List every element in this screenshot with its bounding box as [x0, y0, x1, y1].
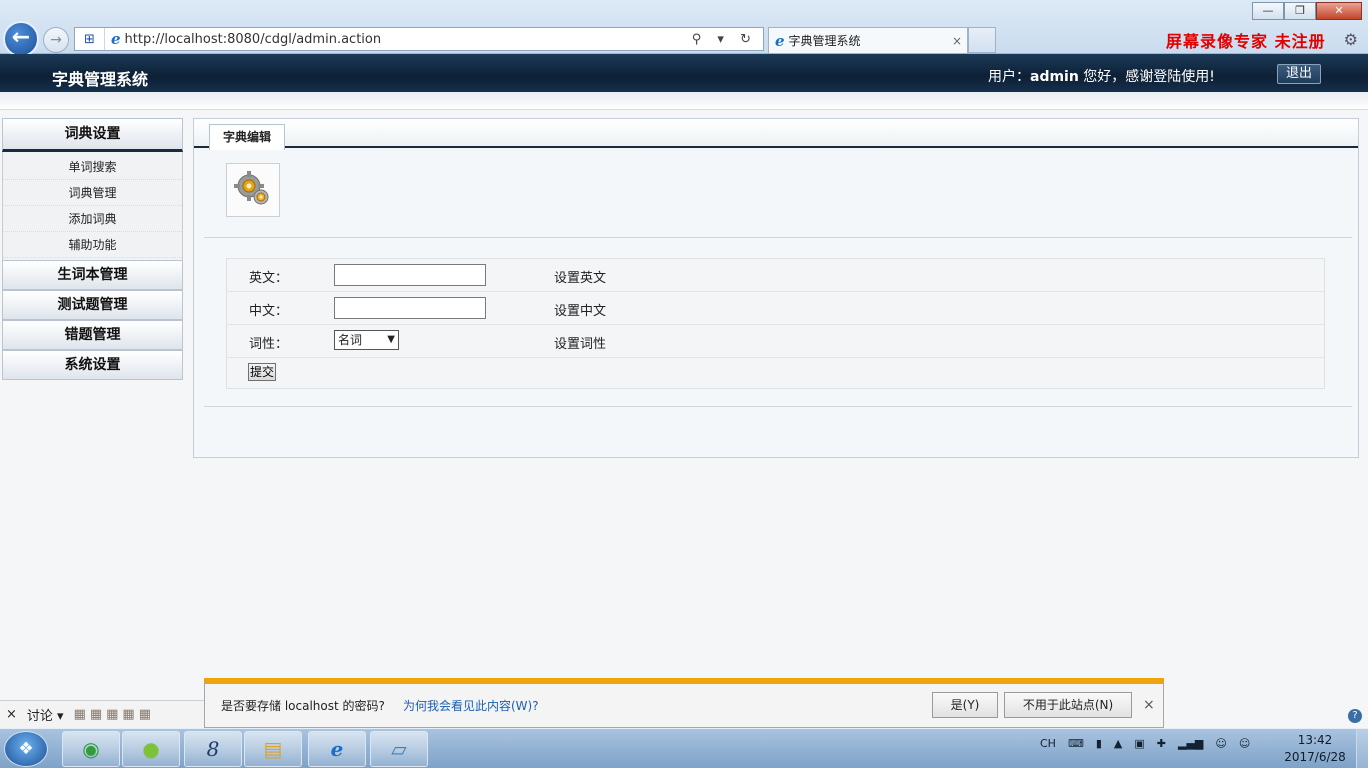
- password-question: 是否要存储 localhost 的密码?: [221, 699, 385, 713]
- sidebar-item-word-search[interactable]: 单词搜索: [3, 154, 182, 180]
- pos-hint: 设置词性: [554, 337, 607, 352]
- taskbar: ❖ ◉ ● 8 ▤ e ▱ CH ⌨ ▮ ▲ ▣ ✚ ▂▄▆ ☺ ☺ 13:42…: [0, 728, 1368, 768]
- username: admin: [1030, 69, 1079, 85]
- bottom-left-strip: × 讨论 ▾ ▦▦▦▦▦: [0, 700, 205, 728]
- sidebar-item-add-dictionary[interactable]: 添加词典: [3, 206, 182, 232]
- taskbar-app-eight-icon[interactable]: 8: [184, 731, 242, 767]
- sidebar-section-dictionary-settings[interactable]: 词典设置: [2, 118, 183, 152]
- why-link[interactable]: 为何我会看见此内容(W)?: [403, 697, 539, 714]
- close-window-button[interactable]: ✕: [1316, 2, 1362, 20]
- recorder-watermark: 屏幕录像专家 未注册: [1166, 32, 1326, 51]
- form-row-submit: 提交: [227, 358, 1324, 388]
- strip-close-icon[interactable]: ×: [6, 707, 17, 722]
- clock-time: 13:42: [1297, 733, 1333, 747]
- chinese-input[interactable]: [334, 297, 486, 319]
- pos-label: 词性：: [249, 337, 289, 352]
- qq-icon-2[interactable]: ☺: [1239, 737, 1250, 750]
- sidebar: 词典设置 单词搜索 词典管理 添加词典 辅助功能 生词本管理 测试题管理 错题管…: [2, 118, 183, 380]
- start-button[interactable]: ❖: [4, 731, 48, 767]
- taskbar-folder-icon[interactable]: ▤: [244, 731, 302, 767]
- sidebar-item-dictionary-manage[interactable]: 词典管理: [3, 180, 182, 206]
- dictionary-edit-form: 英文： 设置英文 中文： 设置中文 词性： 名词 ▼ 设置词性 提交: [226, 258, 1325, 389]
- tab-strip: 字典编辑: [194, 119, 1358, 150]
- taskbar-ie-icon[interactable]: e: [308, 731, 366, 767]
- browser-tab[interactable]: e 字典管理系统 ×: [768, 27, 968, 53]
- taskbar-app-ball-icon[interactable]: ●: [122, 731, 180, 767]
- compat-shield-icon[interactable]: ⊞: [75, 28, 105, 50]
- english-input[interactable]: [334, 264, 486, 286]
- form-row-chinese: 中文： 设置中文: [227, 292, 1324, 325]
- clock[interactable]: 13:42 2017/6/28: [1283, 732, 1347, 766]
- taskbar-app-browser-green-icon[interactable]: ◉: [62, 731, 120, 767]
- dictionary-settings-submenu: 单词搜索 词典管理 添加词典 辅助功能: [2, 152, 183, 260]
- tab-close-icon[interactable]: ×: [947, 34, 967, 48]
- tab-dictionary-edit[interactable]: 字典编辑: [209, 124, 286, 150]
- address-tools[interactable]: ⚲ ▾ ↻: [692, 32, 757, 47]
- chevron-down-icon: ▼: [387, 334, 395, 345]
- subheader-bar: [0, 92, 1368, 110]
- chinese-label: 中文：: [249, 304, 289, 319]
- form-row-english: 英文： 设置英文: [227, 259, 1324, 292]
- system-tray: CH ⌨ ▮ ▲ ▣ ✚ ▂▄▆ ☺ ☺: [1040, 737, 1250, 750]
- never-for-site-button[interactable]: 不用于此站点(N): [1004, 692, 1132, 718]
- restore-button[interactable]: ❐: [1284, 2, 1316, 20]
- help-icon[interactable]: ?: [1348, 709, 1362, 723]
- english-hint: 设置英文: [554, 271, 607, 286]
- sidebar-section-system-settings[interactable]: 系统设置: [2, 350, 183, 380]
- url-text[interactable]: http://localhost:8080/cdgl/admin.action: [125, 32, 692, 47]
- app-title: 字典管理系统: [52, 70, 149, 89]
- signal-icon[interactable]: ▂▄▆: [1178, 737, 1203, 750]
- tray-language[interactable]: CH: [1040, 737, 1056, 750]
- section-divider: [204, 237, 1352, 238]
- minimize-button[interactable]: —: [1252, 2, 1284, 20]
- discuss-menu[interactable]: 讨论 ▾: [27, 705, 64, 724]
- app-header: 字典管理系统 用户：admin 您好，感谢登陆使用! 退出: [0, 54, 1368, 92]
- qq-icon[interactable]: ☺: [1215, 737, 1226, 750]
- sidebar-section-vocab-book[interactable]: 生词本管理: [2, 260, 183, 290]
- browser-chrome: — ❐ ✕ ← → ⊞ e http://localhost:8080/cdgl…: [0, 0, 1368, 57]
- ie-page-icon: e: [111, 30, 121, 48]
- window-controls: — ❐ ✕: [1252, 2, 1362, 20]
- welcome-message: 用户：admin 您好，感谢登陆使用!: [988, 66, 1215, 86]
- pos-select[interactable]: 名词 ▼: [334, 330, 399, 350]
- welcome-suffix: 您好，感谢登陆使用!: [1078, 69, 1215, 85]
- address-bar[interactable]: ⊞ e http://localhost:8080/cdgl/admin.act…: [74, 27, 764, 51]
- close-bar-icon[interactable]: ×: [1143, 697, 1155, 713]
- clock-date: 2017/6/28: [1284, 750, 1346, 764]
- form-row-part-of-speech: 词性： 名词 ▼ 设置词性: [227, 325, 1324, 358]
- submit-button[interactable]: 提交: [248, 363, 277, 381]
- battery-icon[interactable]: ▮: [1096, 737, 1102, 750]
- settings-gear-icon[interactable]: ⚙: [1344, 30, 1358, 49]
- section-divider-bottom: [204, 406, 1352, 407]
- show-desktop-button[interactable]: [1356, 729, 1368, 768]
- toolbar-icons[interactable]: ▦▦▦▦▦: [74, 707, 155, 722]
- save-password-yes-button[interactable]: 是(Y): [932, 692, 998, 718]
- chinese-hint: 设置中文: [554, 304, 607, 319]
- sidebar-section-mistakes-manage[interactable]: 错题管理: [2, 320, 183, 350]
- password-save-bar: 是否要存储 localhost 的密码? 为何我会看见此内容(W)? 是(Y) …: [204, 678, 1164, 728]
- tray-expand-icon[interactable]: ▲: [1114, 737, 1122, 750]
- logout-button[interactable]: 退出: [1277, 64, 1321, 84]
- network-icon[interactable]: ▣: [1134, 737, 1144, 750]
- forward-button[interactable]: →: [43, 27, 69, 53]
- settings-gears-icon: [226, 163, 280, 217]
- back-button[interactable]: ←: [3, 21, 39, 57]
- pos-selected-value: 名词: [338, 333, 363, 347]
- security-icon[interactable]: ✚: [1157, 737, 1166, 750]
- tab-ie-icon: e: [775, 31, 785, 50]
- sidebar-section-quiz-manage[interactable]: 测试题管理: [2, 290, 183, 320]
- taskbar-notepad-icon[interactable]: ▱: [370, 731, 428, 767]
- welcome-prefix: 用户：: [988, 69, 1030, 85]
- keyboard-icon[interactable]: ⌨: [1068, 737, 1084, 750]
- main-panel: 字典编辑 英文： 设置英文 中文： 设置中文 词性： 名词 ▼ 设置词性 提交: [193, 118, 1359, 458]
- english-label: 英文：: [249, 271, 289, 286]
- new-tab-button[interactable]: [968, 27, 996, 53]
- tab-title: 字典管理系统: [788, 34, 861, 48]
- sidebar-item-aux-functions[interactable]: 辅助功能: [3, 232, 182, 258]
